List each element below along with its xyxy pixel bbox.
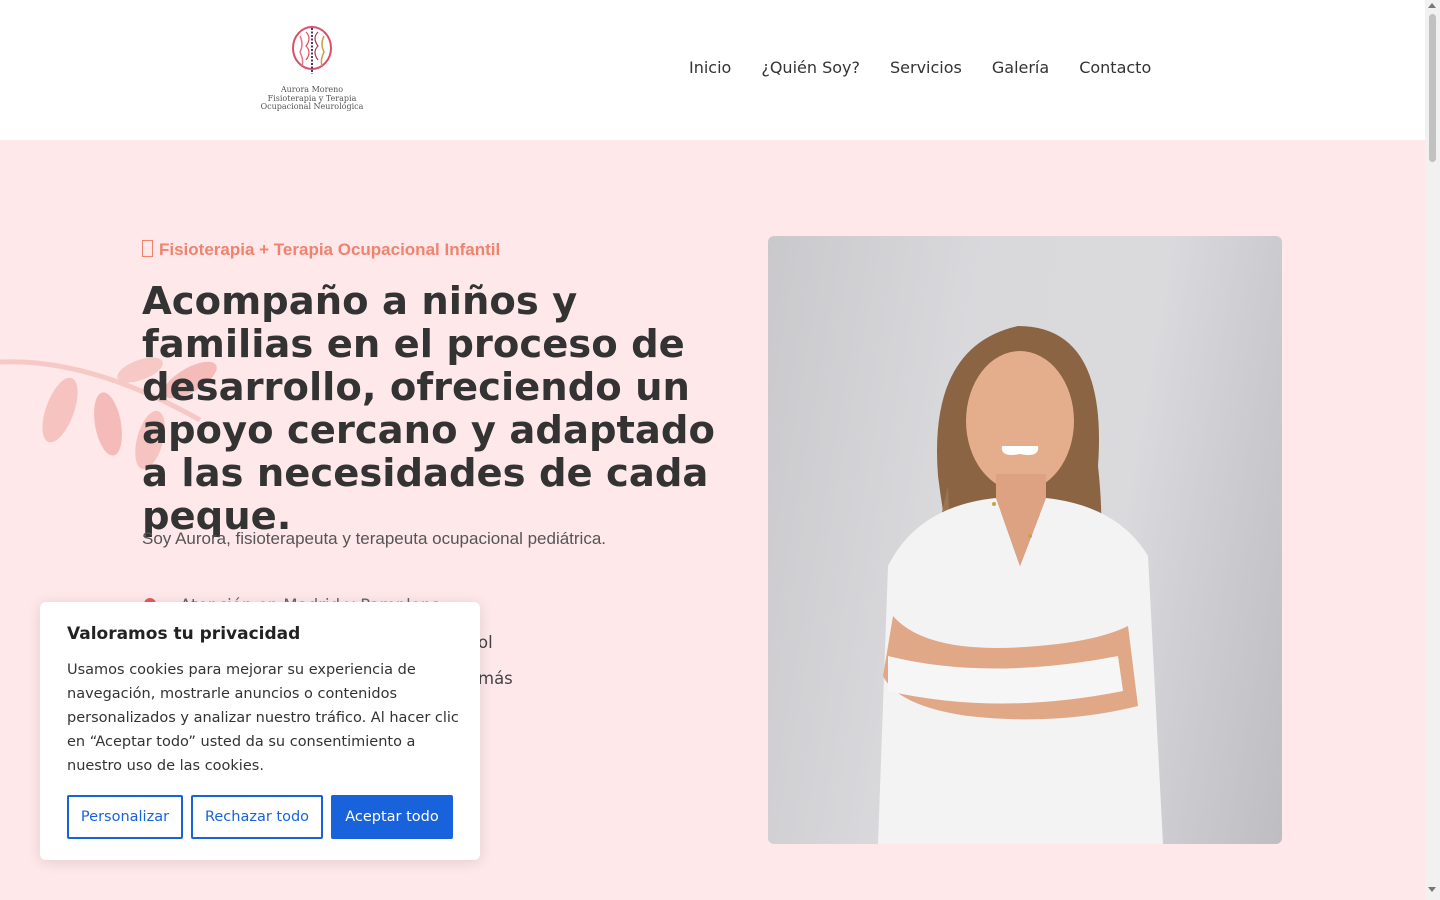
therapist-portrait — [878, 326, 1163, 844]
nav-item-inicio[interactable]: Inicio — [689, 58, 731, 77]
hero-eyebrow: Fisioterapia + Terapia Ocupacional Infan… — [142, 240, 500, 260]
therapist-photo — [768, 236, 1282, 844]
hero-bullet-3: más — [478, 669, 513, 688]
cookie-text: Usamos cookies para mejorar su experienc… — [67, 662, 459, 774]
nav-item-quien-soy[interactable]: ¿Quién Soy? — [761, 58, 860, 77]
nav-item-servicios[interactable]: Servicios — [890, 58, 962, 77]
site-header: Aurora Moreno Fisioterapia y Terapia Ocu… — [0, 0, 1425, 140]
missing-glyph-icon — [142, 240, 153, 257]
nav-item-contacto[interactable]: Contacto — [1079, 58, 1151, 77]
reject-all-button[interactable]: Rechazar todo — [191, 795, 323, 839]
scroll-down-icon[interactable] — [1428, 887, 1436, 892]
main-nav: Inicio ¿Quién Soy? Servicios Galería Con… — [689, 58, 1151, 77]
hero-eyebrow-text: Fisioterapia + Terapia Ocupacional Infan… — [159, 240, 501, 259]
hero-subtitle: Soy Aurora, fisioterapeuta y terapeuta o… — [142, 529, 607, 548]
nav-item-galeria[interactable]: Galería — [992, 58, 1049, 77]
cookie-title: Valoramos tu privacidad — [67, 624, 301, 644]
scroll-up-icon[interactable] — [1428, 3, 1436, 8]
accept-all-button[interactable]: Aceptar todo — [331, 795, 453, 839]
customize-button[interactable]: Personalizar — [67, 795, 183, 839]
logo-text: Aurora Moreno Fisioterapia y Terapia Ocu… — [258, 85, 366, 112]
brain-spine-icon — [292, 26, 332, 74]
site-logo[interactable]: Aurora Moreno Fisioterapia y Terapia Ocu… — [258, 24, 366, 116]
scrollbar-thumb[interactable] — [1429, 14, 1436, 162]
cookie-consent-banner: Valoramos tu privacidad Usamos cookies p… — [40, 602, 480, 860]
hero-bullet-2: ol — [478, 633, 493, 652]
logo-line: Ocupacional Neurológica — [260, 102, 364, 111]
page-scrollbar[interactable] — [1425, 0, 1440, 900]
hero-headline: Acompaño a niños y familias en el proces… — [142, 279, 715, 539]
